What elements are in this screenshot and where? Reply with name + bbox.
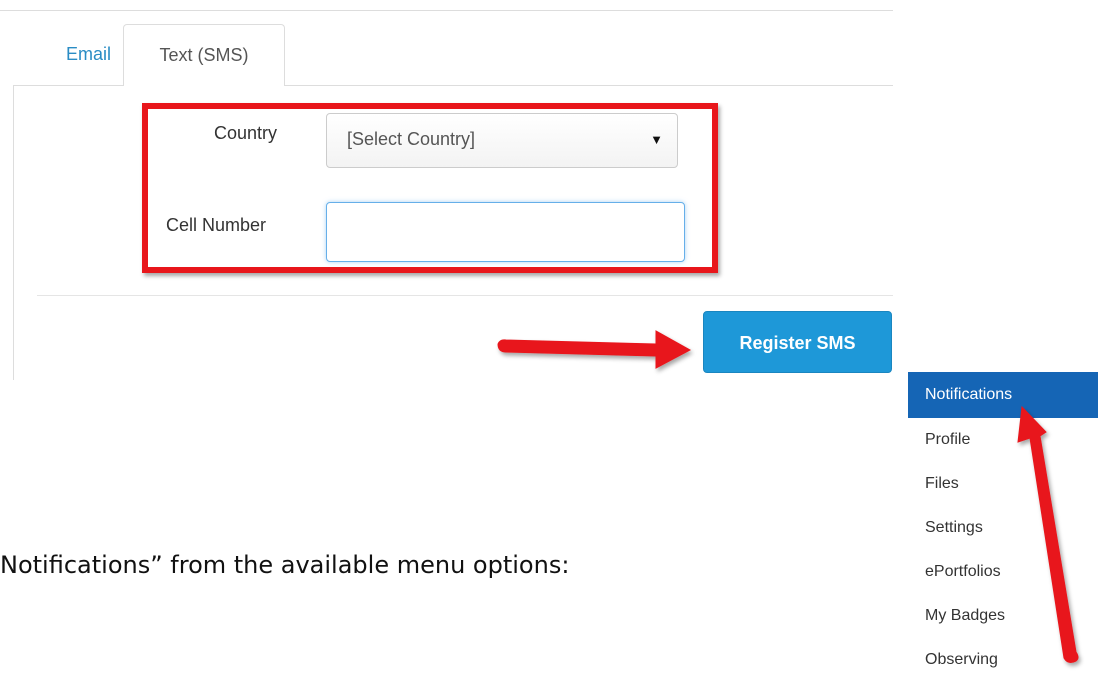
menu-item-observing[interactable]: Observing <box>908 638 1098 680</box>
menu-item-my-badges[interactable]: My Badges <box>908 594 1098 638</box>
tab-email[interactable]: Email <box>66 44 111 65</box>
menu-item-profile[interactable]: Profile <box>908 418 1098 462</box>
country-select-value: [Select Country] <box>347 129 476 149</box>
menu-item-notifications[interactable]: Notifications <box>908 372 1098 418</box>
top-divider <box>0 10 893 11</box>
screenshot-stage: Email Text (SMS) Country [Select Country… <box>0 0 1098 680</box>
tab-bar-border <box>13 85 124 86</box>
register-sms-button[interactable]: Register SMS <box>703 311 892 373</box>
form-divider <box>37 295 893 296</box>
tab-bar-border <box>285 85 893 86</box>
instruction-caption: Notifications” from the available menu o… <box>0 551 570 579</box>
menu-item-eportfolios[interactable]: ePortfolios <box>908 550 1098 594</box>
cell-number-label: Cell Number <box>166 215 267 235</box>
arrow-right-icon <box>497 330 692 369</box>
caret-down-icon: ▼ <box>650 132 663 147</box>
sidebar-menu: Notifications Profile Files Settings ePo… <box>908 372 1098 680</box>
tab-text-sms[interactable]: Text (SMS) <box>123 24 285 86</box>
menu-item-settings[interactable]: Settings <box>908 506 1098 550</box>
country-select[interactable]: [Select Country] ▼ <box>326 113 678 168</box>
country-label: Country <box>214 123 278 143</box>
menu-item-files[interactable]: Files <box>908 462 1098 506</box>
panel-border <box>13 85 14 380</box>
cell-number-input[interactable] <box>326 202 685 262</box>
